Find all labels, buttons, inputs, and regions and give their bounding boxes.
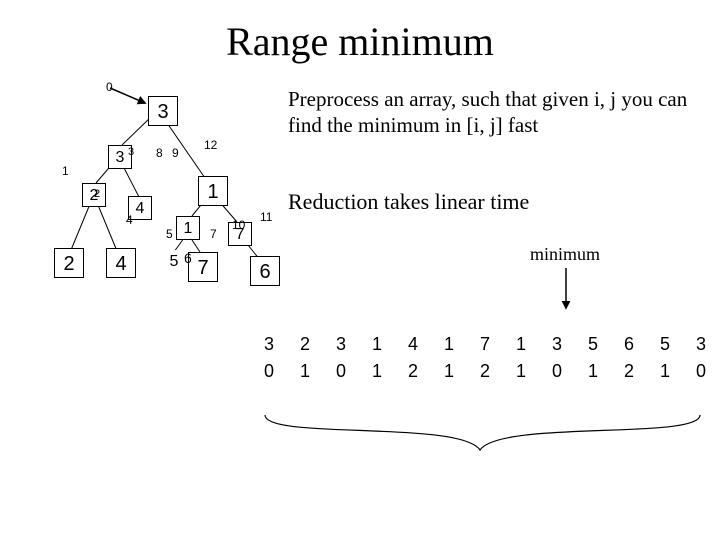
array-cell: 0 <box>324 359 358 384</box>
edge-label-7: 7 <box>210 227 217 241</box>
edge-label-9: 9 <box>172 146 179 160</box>
array-cell: 0 <box>252 359 286 384</box>
edge-label-8: 8 <box>156 146 163 160</box>
array-cell: 1 <box>576 359 610 384</box>
array-cell: 3 <box>684 332 718 357</box>
table-row: 0 1 0 1 2 1 2 1 0 1 2 1 0 <box>252 359 718 384</box>
edge-label-10: 10 <box>232 218 245 232</box>
edge-label-4: 4 <box>126 213 133 227</box>
array-cell: 3 <box>540 332 574 357</box>
edge-label-0: 0 <box>106 80 113 94</box>
array-cell: 3 <box>252 332 286 357</box>
array-cell: 1 <box>504 332 538 357</box>
array-cell: 1 <box>432 332 466 357</box>
edge-label-1: 1 <box>62 164 69 178</box>
tree-rr-r: 6 <box>250 256 280 286</box>
array-cell: 7 <box>468 332 502 357</box>
tree-rl-r: 7 <box>188 252 218 282</box>
euler-array-table: 3 2 3 1 4 1 7 1 3 5 6 5 3 0 1 0 1 2 1 2 … <box>250 330 720 386</box>
array-cell: 1 <box>648 359 682 384</box>
array-cell: 2 <box>468 359 502 384</box>
edge-label-12: 12 <box>204 138 217 152</box>
array-cell: 1 <box>504 359 538 384</box>
array-cell: 5 <box>648 332 682 357</box>
table-row: 3 2 3 1 4 1 7 1 3 5 6 5 3 <box>252 332 718 357</box>
array-cell: 2 <box>288 332 322 357</box>
array-cell: 1 <box>432 359 466 384</box>
array-cell: 1 <box>360 332 394 357</box>
array-cell: 4 <box>396 332 430 357</box>
tree-ll-r: 4 <box>106 248 136 278</box>
array-cell: 2 <box>396 359 430 384</box>
array-cell: 0 <box>684 359 718 384</box>
tree-rl: 1 <box>176 216 200 240</box>
array-cell: 5 <box>576 332 610 357</box>
tree-root: 3 <box>148 96 178 126</box>
edge-label-2-in: 2 <box>94 188 100 200</box>
array-cell: 1 <box>360 359 394 384</box>
array-cell: 6 <box>612 332 646 357</box>
edge-label-3-in: 3 <box>128 146 134 158</box>
array-cell: 0 <box>540 359 574 384</box>
tree-rl-l: 5 <box>162 250 186 274</box>
tree-right: 1 <box>198 176 228 206</box>
array-cell: 1 <box>288 359 322 384</box>
edge-label-5: 5 <box>166 227 173 241</box>
array-cell: 3 <box>324 332 358 357</box>
edge-label-6b: 6 <box>184 250 192 266</box>
array-cell: 2 <box>612 359 646 384</box>
tree-ll-l: 2 <box>54 248 84 278</box>
edge-label-11: 11 <box>260 210 272 224</box>
